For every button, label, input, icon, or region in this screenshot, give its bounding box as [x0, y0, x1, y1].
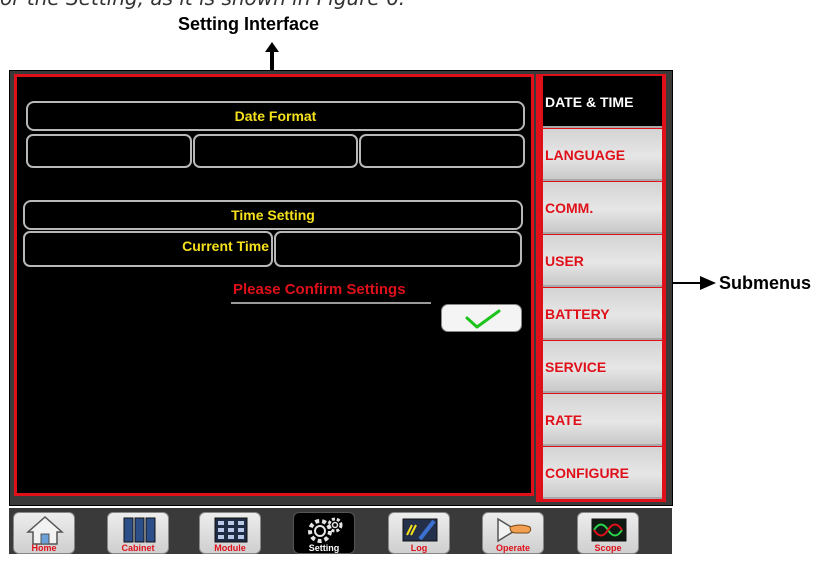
- toolbar-log-button[interactable]: Log: [388, 512, 450, 554]
- home-icon: [26, 515, 64, 545]
- caption-partial-text: or the Setting, as it is shown in Figure…: [0, 0, 600, 10]
- submenu-date-time[interactable]: DATE & TIME: [543, 76, 662, 128]
- confirm-divider: [231, 302, 431, 304]
- submenu-battery[interactable]: BATTERY: [543, 288, 662, 340]
- setting-interface-heading: Setting Interface: [178, 14, 320, 34]
- toolbar-home-label: Home: [31, 543, 57, 553]
- toolbar-setting-button[interactable]: Setting: [293, 512, 355, 554]
- toolbar-operate-label: Operate: [495, 543, 530, 553]
- submenu-comm[interactable]: COMM.: [543, 182, 662, 234]
- date-format-label: Date Format: [234, 108, 317, 124]
- date-format-field-3[interactable]: [359, 134, 525, 168]
- scope-icon: [591, 518, 627, 542]
- time-setting-label: Time Setting: [231, 207, 315, 223]
- toolbar-scope-button[interactable]: Scope: [577, 512, 639, 554]
- toolbar-module-label: Module: [214, 543, 246, 553]
- submenus-label: Submenus: [719, 273, 812, 293]
- toolbar-log-label: Log: [410, 543, 428, 553]
- module-icon: [214, 517, 248, 543]
- confirm-settings-text: Please Confirm Settings: [233, 281, 406, 298]
- confirm-button[interactable]: [441, 304, 522, 332]
- current-time-label: Current Time: [182, 238, 269, 254]
- operate-icon: [497, 517, 532, 543]
- submenu-configure[interactable]: CONFIGURE: [543, 447, 662, 499]
- toolbar-cabinet-button[interactable]: Cabinet: [107, 512, 169, 554]
- date-format-field-1[interactable]: [26, 134, 192, 168]
- log-icon: [402, 518, 438, 542]
- submenu-user[interactable]: USER: [543, 235, 662, 287]
- toolbar-scope-label: Scope: [594, 543, 622, 553]
- toolbar-module-button[interactable]: Module: [199, 512, 261, 554]
- arrow-up-icon: [265, 42, 279, 70]
- toolbar-operate-button[interactable]: Operate: [482, 512, 544, 554]
- toolbar-home-button[interactable]: Home: [13, 512, 75, 554]
- date-format-field-2[interactable]: [193, 134, 358, 168]
- submenu-service[interactable]: SERVICE: [543, 341, 662, 393]
- checkmark-icon: [465, 309, 501, 329]
- submenu-rate[interactable]: RATE: [543, 394, 662, 446]
- cabinet-icon: [123, 517, 156, 543]
- current-time-field[interactable]: [274, 231, 522, 267]
- gear-icon: [308, 517, 343, 543]
- submenu-language[interactable]: LANGUAGE: [543, 129, 662, 181]
- toolbar-setting-label: Setting: [308, 543, 340, 553]
- toolbar-cabinet-label: Cabinet: [121, 543, 155, 553]
